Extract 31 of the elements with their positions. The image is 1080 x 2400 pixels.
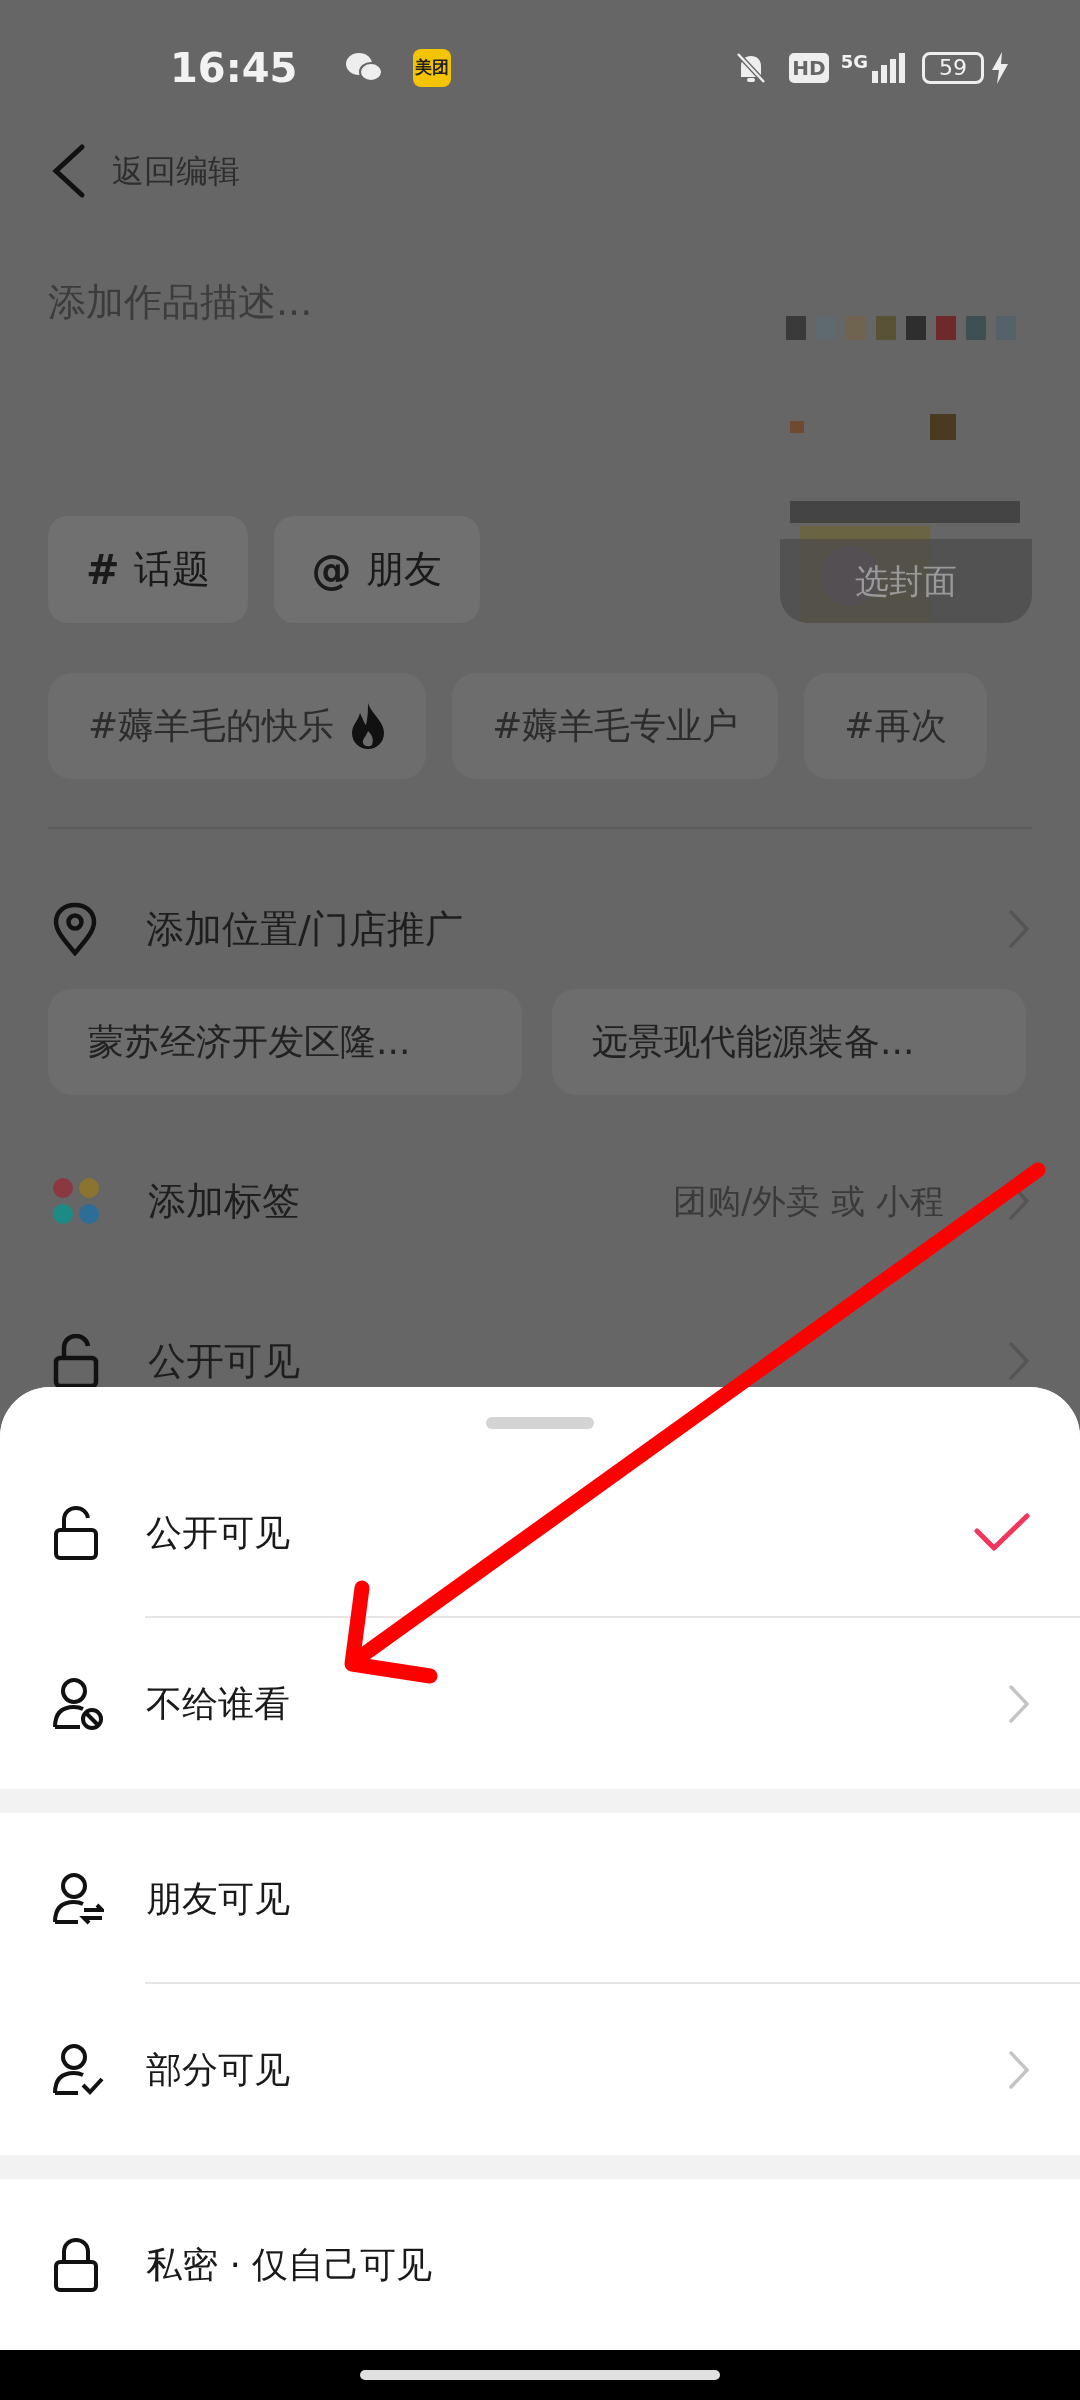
visibility-option[interactable]: 朋友可见	[0, 1813, 1080, 1985]
location-chip[interactable]: 蒙苏经济开发区隆...	[48, 989, 522, 1095]
home-indicator[interactable]	[360, 2370, 720, 2381]
person-check-icon	[52, 2042, 104, 2097]
signal-bars-icon	[872, 53, 906, 83]
visibility-option[interactable]: 私密 · 仅自己可见	[0, 2179, 1080, 2351]
visibility-option[interactable]: 部分可见	[0, 1984, 1080, 2156]
status-time: 16:45	[170, 44, 298, 93]
topic-chip[interactable]: #薅羊毛专业户	[452, 673, 779, 779]
four-dots-icon	[52, 1177, 100, 1225]
hd-badge: HD	[789, 53, 829, 83]
person-ban-icon	[52, 1676, 104, 1731]
back-button[interactable]: 返回编辑	[50, 143, 240, 199]
app-badge: 美团	[413, 49, 452, 87]
location-pin-icon	[52, 902, 98, 956]
charging-bolt-icon	[990, 52, 1010, 84]
location-row[interactable]: 添加位置/门店推广	[0, 869, 1080, 989]
person-arrows-icon	[52, 1871, 104, 1926]
padlock-icon	[52, 1334, 100, 1388]
location-chip[interactable]: 远景现代能源装备...	[552, 989, 1026, 1095]
topic-chip[interactable]: #薅羊毛的快乐	[48, 673, 427, 779]
drag-handle[interactable]	[486, 1417, 594, 1429]
battery-indicator: 59	[922, 52, 984, 84]
visibility-option[interactable]: 公开可见	[0, 1447, 1080, 1619]
choose-cover-button[interactable]: 选封面	[780, 539, 1032, 623]
muted-bell-icon	[735, 51, 768, 85]
insert-chip[interactable]: @ 朋友	[273, 516, 480, 623]
insert-chip[interactable]: # 话题	[48, 516, 248, 623]
topic-chip[interactable]: #再次	[804, 673, 987, 779]
network-label: 5G	[840, 53, 868, 71]
visibility-option[interactable]: 不给谁看	[0, 1618, 1080, 1790]
